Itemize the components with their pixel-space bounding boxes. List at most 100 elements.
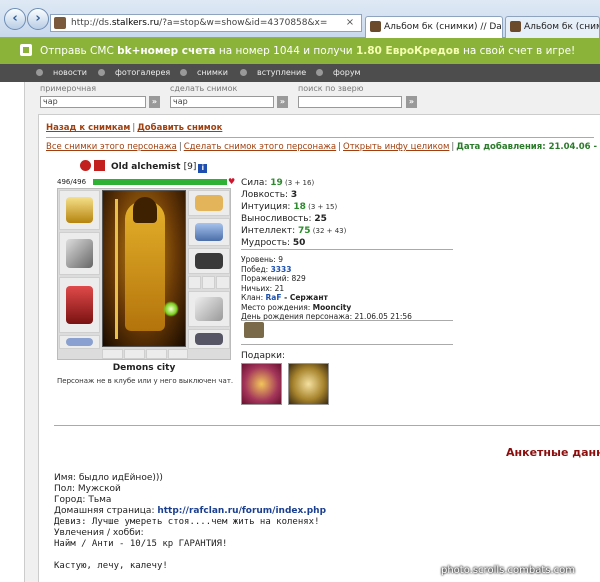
character-name-line: Old alchemist [9] i — [80, 160, 208, 173]
watermark: photo.scrolls.combats.com — [441, 565, 576, 576]
tab-album-darks[interactable]: Альбом бк (снимки) // DarkS... — [365, 16, 503, 38]
weapon-slot[interactable] — [59, 232, 100, 275]
open-info-link[interactable]: Открыть инфу целиком — [343, 142, 449, 152]
profile-data: Имя: быдло идЕйное))) Пол: Мужской Город… — [54, 473, 326, 572]
tab-favicon-icon — [510, 21, 521, 32]
clan-link[interactable]: RaF — [266, 293, 282, 302]
stats-block: Сила: 19 (3 + 16) Ловкость: 3 Интуиция: … — [241, 177, 346, 249]
scroll4-slot[interactable] — [168, 349, 188, 359]
beast-search-input[interactable] — [298, 96, 402, 108]
character-name: Old alchemist — [111, 162, 181, 172]
character-doll — [57, 188, 231, 360]
fitting-room-input[interactable]: чар — [40, 96, 146, 108]
nav-snapshots[interactable]: снимки — [180, 64, 228, 82]
ring3-slot[interactable] — [216, 276, 230, 289]
sms-promo-banner[interactable]: Отправь СМС bk+номер счета на номер 1044… — [0, 38, 600, 64]
gift-medal-icon[interactable] — [241, 363, 282, 405]
info-draws: Ничьих: 21 — [241, 283, 285, 293]
gift-globe-icon[interactable] — [288, 363, 329, 405]
sms-icon — [20, 44, 32, 56]
helmet-slot[interactable] — [59, 190, 100, 230]
scroll2-slot[interactable] — [124, 349, 145, 359]
top-links: Назад к снимкам | Добавить снимок — [46, 123, 223, 133]
gloves-icon — [195, 252, 223, 270]
info-losses: Поражений: 829 — [241, 274, 306, 283]
gifts-label: Подарки: — [241, 351, 286, 361]
nav-forum[interactable]: форум — [316, 64, 361, 82]
top-navigation: новости фотогалерея снимки вступление фо… — [0, 64, 600, 82]
character-level: [9] — [183, 162, 197, 172]
profile-homepage: Домашняя страница: http://rafclan.ru/for… — [54, 506, 327, 516]
clan-icon[interactable] — [94, 160, 105, 171]
scroll1-slot[interactable] — [102, 349, 123, 359]
forward-arrow-icon[interactable]: › — [27, 8, 49, 30]
nav-joining[interactable]: вступление — [240, 64, 306, 82]
hp-bar — [93, 179, 227, 185]
shield-slot[interactable] — [188, 291, 230, 327]
homepage-link[interactable]: http://rafclan.ru/forum/index.php — [157, 506, 326, 516]
info-icon[interactable]: i — [198, 164, 208, 173]
profile-motto: Девиз: Лучше умереть стоя....чем жить на… — [54, 517, 320, 527]
close-icon[interactable]: × — [343, 16, 357, 30]
earrings-slot[interactable] — [188, 190, 230, 216]
gloves-slot[interactable] — [188, 248, 230, 274]
inventory-icon[interactable] — [244, 322, 264, 338]
back-arrow-icon[interactable]: ‹ — [4, 8, 26, 30]
added-date: Дата добавления: 21.04.06 - 19:52 — [456, 142, 600, 152]
tab-label: Альбом бк (снимки) — [524, 22, 599, 32]
sword-icon — [195, 297, 223, 321]
make-shot-input[interactable]: чар — [170, 96, 274, 108]
make-shot-go-button[interactable]: » — [277, 96, 288, 108]
info-birthplace: Место рождения: Mooncity — [241, 302, 352, 312]
site-favicon-icon — [54, 17, 66, 29]
ring2-slot[interactable] — [202, 276, 215, 289]
add-snapshot-link[interactable]: Добавить снимок — [137, 123, 222, 133]
boots-slot[interactable] — [188, 329, 230, 349]
address-bar[interactable]: http://ds.stalkers.ru/?a=stop&w=show&id=… — [50, 14, 362, 32]
staff-icon — [65, 239, 94, 268]
earrings-icon — [195, 194, 223, 212]
fitting-room-go-button[interactable]: » — [149, 96, 160, 108]
robe-icon — [65, 286, 94, 324]
nav-photogallery[interactable]: фотогалерея — [98, 64, 170, 82]
ring1-slot[interactable] — [188, 276, 201, 289]
back-to-snapshots-link[interactable]: Назад к снимкам — [46, 123, 130, 133]
stat-intuition: Интуиция: 18 (3 + 15) — [241, 202, 338, 212]
info-clan: Клан: RaF - Сержант — [241, 293, 328, 302]
scroll3-slot[interactable] — [146, 349, 167, 359]
profile-heading: Анкетные данные — [506, 446, 600, 459]
belt-slot[interactable] — [59, 335, 100, 349]
armor-slot[interactable] — [59, 277, 100, 333]
info-wins: Побед: 3333 — [241, 264, 292, 274]
helmet-icon — [65, 196, 94, 224]
beast-search-go-button[interactable]: » — [406, 96, 417, 108]
divider — [241, 320, 453, 321]
hp-bar-fill — [93, 179, 227, 185]
bracers-icon — [195, 222, 223, 242]
avatar-staff — [115, 199, 118, 339]
chat-status-note: Персонаж не в клубе или у него выключен … — [57, 377, 234, 385]
stat-endurance: Выносливость: 25 — [241, 214, 327, 224]
bracers-slot[interactable] — [188, 218, 230, 246]
stat-agility: Ловкость: 3 — [241, 190, 298, 200]
avatar-hood — [133, 197, 157, 223]
hp-indicator: 496/496 ♥ — [57, 177, 235, 187]
make-shot-link[interactable]: Сделать снимок этого персонажа — [184, 142, 336, 152]
divider — [46, 137, 594, 138]
heart-icon: ♥ — [228, 177, 236, 186]
all-shots-link[interactable]: Все снимки этого персонажа — [46, 142, 177, 152]
stat-intellect: Интеллект: 75 (32 + 43) — [241, 226, 347, 236]
profile-last: Кастую, лечу, калечу! — [54, 561, 168, 571]
profile-hobby: Найм / Анти - 10/15 кр ГАРАНТИЯ! — [54, 539, 228, 549]
avatar-glow — [163, 301, 179, 317]
snapshot-links: Все снимки этого персонажа | Сделать снимо… — [46, 142, 600, 152]
info-level: Уровень: 9 — [241, 255, 283, 264]
profile-city: Город: Тьма — [54, 495, 112, 505]
belt-icon — [65, 337, 94, 347]
hp-text: 496/496 — [57, 178, 87, 186]
profile-sex: Пол: Мужской — [54, 484, 121, 494]
divider — [241, 249, 453, 250]
tab-album[interactable]: Альбом бк (снимки) — [505, 16, 600, 38]
browser-toolbar: ‹ › http://ds.stalkers.ru/?a=stop&w=show… — [0, 0, 600, 38]
nav-news[interactable]: новости — [36, 64, 87, 82]
